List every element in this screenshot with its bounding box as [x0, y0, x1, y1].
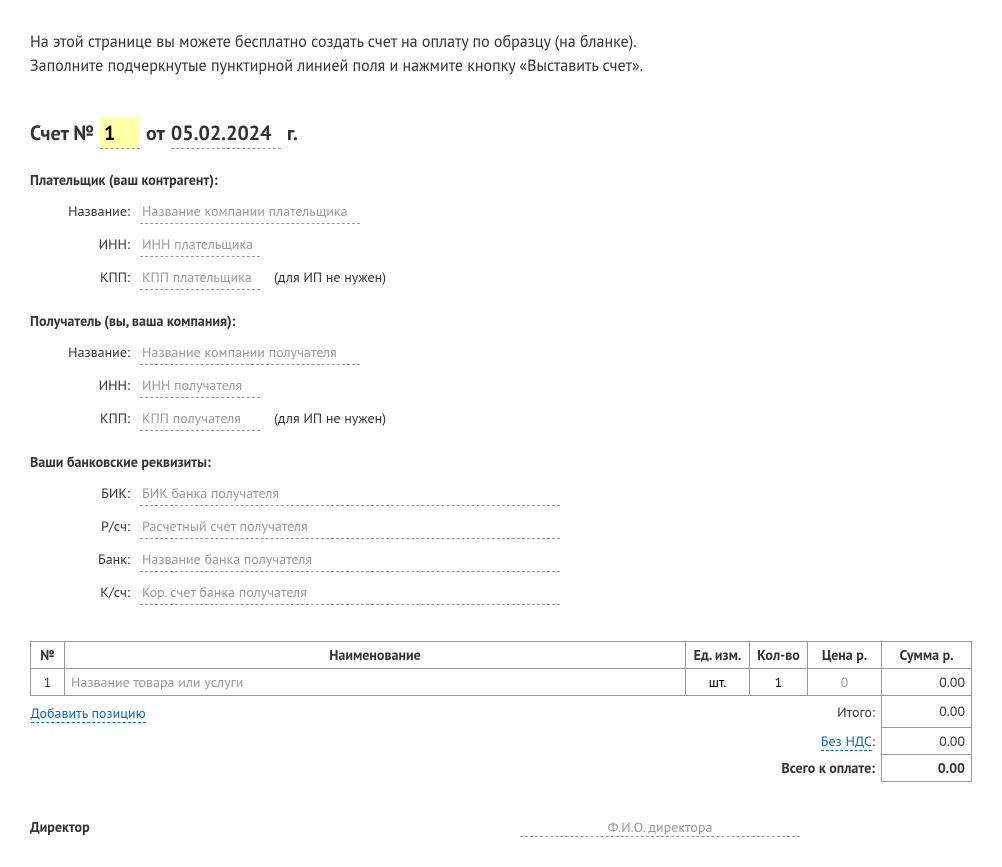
nds-link[interactable]: Без НДС — [821, 732, 872, 751]
row-num: 1 — [31, 669, 65, 696]
table-row: 1 0.00 — [31, 669, 972, 696]
recipient-kpp-input[interactable] — [140, 406, 260, 431]
col-header-price: Цена р. — [808, 642, 882, 669]
invoice-header: Счет № от г. — [30, 118, 972, 149]
nds-colon: : — [872, 732, 875, 750]
recipient-name-label: Название: — [30, 343, 130, 361]
bank-rs-input[interactable] — [140, 514, 560, 539]
invoice-date-input[interactable] — [171, 118, 281, 149]
add-item-link[interactable]: Добавить позицию — [31, 704, 146, 723]
subtotal-label: Итого: — [686, 696, 882, 728]
bank-ks-label: К/сч: — [30, 583, 130, 601]
bank-bik-label: БИК: — [30, 484, 130, 502]
bank-name-label: Банк: — [30, 550, 130, 568]
payer-name-label: Название: — [30, 202, 130, 220]
bank-name-input[interactable] — [140, 547, 560, 572]
year-suffix: г. — [287, 120, 298, 146]
item-unit-input[interactable] — [692, 673, 743, 691]
payer-inn-label: ИНН: — [30, 235, 130, 253]
recipient-name-input[interactable] — [140, 340, 360, 365]
payer-inn-input[interactable] — [140, 232, 260, 257]
bank-bik-input[interactable] — [140, 481, 560, 506]
bank-ks-input[interactable] — [140, 580, 560, 605]
payer-section-title: Плательщик (ваш контрагент): — [30, 171, 972, 189]
intro-text: На этой странице вы можете бесплатно соз… — [30, 30, 972, 78]
subtotal-value: 0.00 — [882, 696, 972, 728]
director-row: Директор — [30, 818, 972, 837]
payer-name-input[interactable] — [140, 199, 360, 224]
nds-value: 0.00 — [882, 727, 972, 754]
recipient-inn-input[interactable] — [140, 373, 260, 398]
payer-kpp-label: КПП: — [30, 268, 130, 286]
invoice-prefix: Счет № — [30, 120, 94, 146]
payer-kpp-input[interactable] — [140, 265, 260, 290]
recipient-section-title: Получатель (вы, ваша компания): — [30, 312, 972, 330]
grand-total-value: 0.00 — [882, 754, 972, 781]
col-header-sum: Сумма р. — [882, 642, 972, 669]
bank-rs-label: Р/сч: — [30, 517, 130, 535]
item-name-input[interactable] — [71, 673, 679, 691]
payer-kpp-hint: (для ИП не нужен) — [274, 268, 386, 286]
item-sum: 0.00 — [882, 669, 972, 696]
recipient-kpp-hint: (для ИП не нужен) — [274, 409, 386, 427]
bank-section-title: Ваши банковские реквизиты: — [30, 453, 972, 471]
item-price-input[interactable] — [814, 673, 875, 691]
col-header-qty: Кол-во — [750, 642, 808, 669]
signature-line — [160, 831, 520, 832]
grand-total-label: Всего к оплате: — [686, 754, 882, 781]
director-label: Директор — [30, 818, 160, 836]
from-label: от — [146, 120, 165, 146]
col-header-unit: Ед. изм. — [686, 642, 750, 669]
col-header-num: № — [31, 642, 65, 669]
director-fio-input[interactable] — [520, 818, 800, 837]
items-table: № Наименование Ед. изм. Кол-во Цена р. С… — [30, 641, 972, 782]
recipient-kpp-label: КПП: — [30, 409, 130, 427]
col-header-name: Наименование — [65, 642, 686, 669]
invoice-number-input[interactable] — [100, 118, 140, 149]
intro-line-2: Заполните подчеркнутые пунктирной линией… — [30, 54, 972, 78]
recipient-inn-label: ИНН: — [30, 376, 130, 394]
item-qty-input[interactable] — [756, 673, 801, 691]
intro-line-1: На этой странице вы можете бесплатно соз… — [30, 30, 972, 54]
